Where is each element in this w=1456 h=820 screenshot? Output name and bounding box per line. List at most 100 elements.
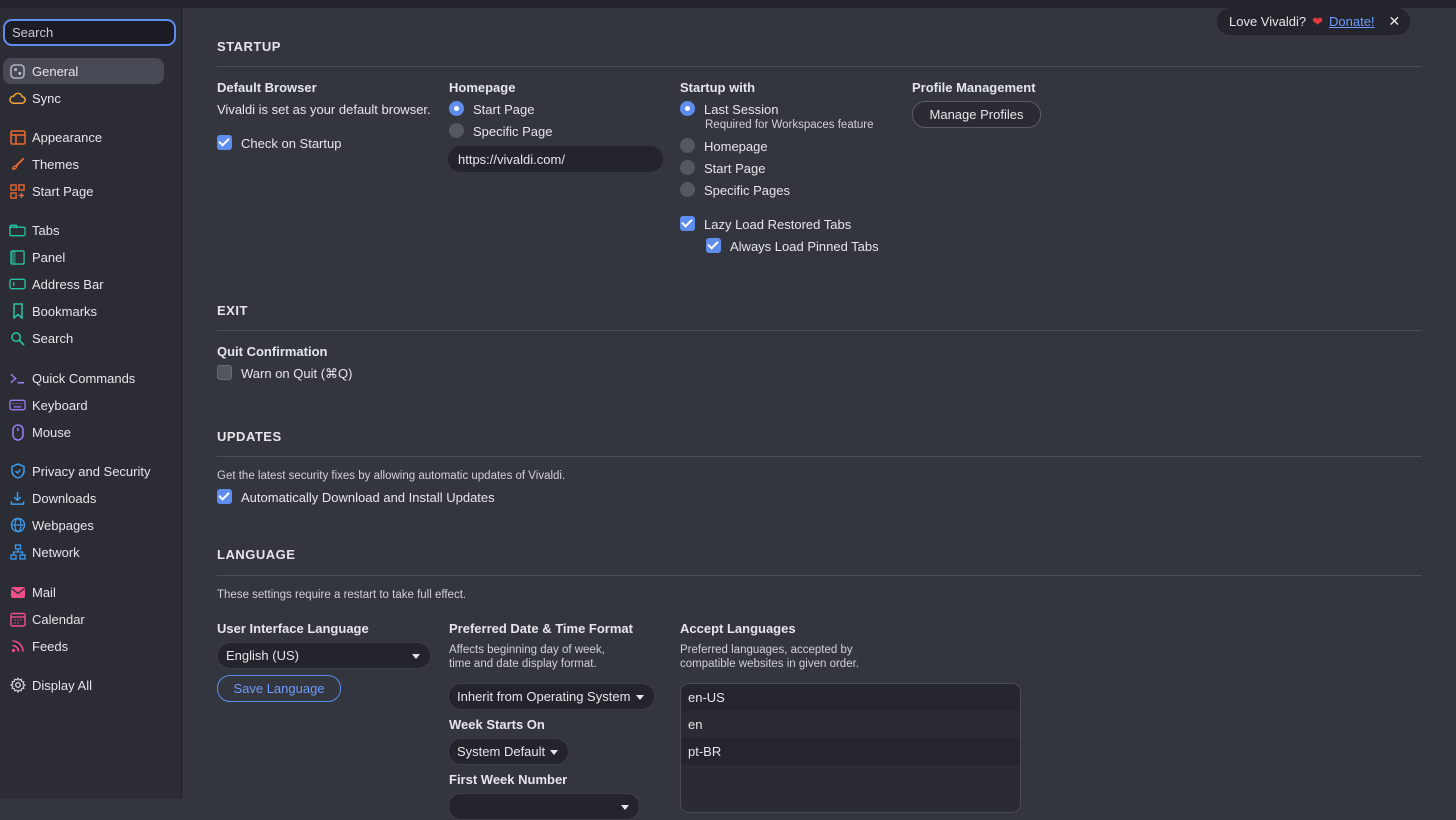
appearance-icon xyxy=(9,129,26,146)
sidebar-item-themes[interactable]: Themes xyxy=(3,151,164,177)
accept-languages-list[interactable]: en-US en pt-BR xyxy=(680,683,1021,813)
language-description: These settings require a restart to take… xyxy=(217,589,467,601)
sidebar-item-label: Mouse xyxy=(32,424,72,440)
first-week-label: First Week Number xyxy=(449,772,568,787)
startup-start-page-label[interactable]: Start Page xyxy=(704,161,765,176)
check-on-startup-checkbox[interactable] xyxy=(217,135,232,150)
brush-icon xyxy=(9,156,26,173)
startup-specific-pages-label[interactable]: Specific Pages xyxy=(704,183,790,198)
sidebar-item-label: Calendar xyxy=(32,611,85,627)
check-on-startup-label[interactable]: Check on Startup xyxy=(241,136,341,151)
first-week-select[interactable] xyxy=(448,793,640,820)
auto-update-label[interactable]: Automatically Download and Install Updat… xyxy=(241,490,495,505)
sidebar-item-appearance[interactable]: Appearance xyxy=(3,124,164,150)
date-format-label: Preferred Date & Time Format xyxy=(449,621,633,636)
donate-link[interactable]: Donate! xyxy=(1329,14,1375,29)
homepage-start-page-label[interactable]: Start Page xyxy=(473,102,534,117)
sidebar-item-tabs[interactable]: Tabs xyxy=(3,217,164,243)
sidebar-item-start-page[interactable]: Start Page xyxy=(3,178,164,204)
network-icon xyxy=(9,544,26,561)
sidebar-item-sync[interactable]: Sync xyxy=(3,85,164,111)
sidebar-item-label: Display All xyxy=(32,677,92,693)
homepage-specific-page-radio[interactable] xyxy=(449,123,464,138)
date-format-desc-2: time and date display format. xyxy=(449,658,597,670)
address-bar-icon xyxy=(9,276,26,293)
list-item-empty xyxy=(681,765,1020,792)
updates-description: Get the latest security fixes by allowin… xyxy=(217,470,566,482)
divider xyxy=(217,330,1422,331)
default-browser-status: Vivaldi is set as your default browser. xyxy=(217,102,431,117)
startup-with-label: Startup with xyxy=(680,80,756,95)
startup-specific-pages-radio[interactable] xyxy=(680,182,695,197)
sidebar-item-quick-commands[interactable]: Quick Commands xyxy=(3,365,164,391)
sidebar-item-label: Privacy and Security xyxy=(32,463,151,479)
startup-last-session-radio[interactable] xyxy=(680,101,695,116)
startup-homepage-label[interactable]: Homepage xyxy=(704,139,768,154)
warn-on-quit-checkbox[interactable] xyxy=(217,365,232,380)
lazy-load-checkbox[interactable] xyxy=(680,216,695,231)
section-title-startup: STARTUP xyxy=(217,39,281,54)
homepage-specific-page-label[interactable]: Specific Page xyxy=(473,124,553,139)
sidebar-item-webpages[interactable]: Webpages xyxy=(3,512,164,538)
general-icon xyxy=(9,63,26,80)
search-input[interactable] xyxy=(5,21,174,44)
always-load-pinned-label[interactable]: Always Load Pinned Tabs xyxy=(730,239,879,254)
calendar-icon xyxy=(9,611,26,628)
sidebar-item-network[interactable]: Network xyxy=(3,539,164,565)
sidebar-item-mail[interactable]: Mail xyxy=(3,579,164,605)
startup-last-session-label[interactable]: Last Session xyxy=(704,102,778,117)
sidebar-item-label: Webpages xyxy=(32,517,94,533)
donate-banner: Love Vivaldi? ❤ Donate! ✕ xyxy=(1217,8,1410,35)
sidebar-item-label: Tabs xyxy=(32,222,60,238)
always-load-pinned-checkbox[interactable] xyxy=(706,238,721,253)
accept-languages-label: Accept Languages xyxy=(680,621,796,636)
homepage-start-page-radio[interactable] xyxy=(449,101,464,116)
week-starts-value: System Default xyxy=(457,744,546,759)
sidebar-item-display-all[interactable]: Display All xyxy=(3,672,164,698)
sidebar-item-bookmarks[interactable]: Bookmarks xyxy=(3,298,164,324)
sidebar-item-general[interactable]: General xyxy=(3,58,164,84)
last-session-note: Required for Workspaces feature xyxy=(705,119,874,131)
list-item[interactable]: en xyxy=(681,711,1020,738)
sidebar-item-privacy[interactable]: Privacy and Security xyxy=(3,458,164,484)
week-starts-select[interactable]: System Default xyxy=(448,738,569,765)
sidebar-item-label: Keyboard xyxy=(32,397,88,413)
sidebar-item-panel[interactable]: Panel xyxy=(3,244,164,270)
caret-down-icon xyxy=(412,653,420,659)
sidebar-item-label: Address Bar xyxy=(32,276,104,292)
ui-language-label: User Interface Language xyxy=(217,621,369,636)
keyboard-icon xyxy=(9,397,26,414)
list-item[interactable]: en-US xyxy=(681,684,1020,711)
homepage-url-input[interactable]: https://vivaldi.com/ xyxy=(448,146,663,172)
warn-on-quit-label[interactable]: Warn on Quit (⌘Q) xyxy=(241,366,352,382)
divider xyxy=(217,575,1422,576)
date-format-desc-1: Affects beginning day of week, xyxy=(449,644,605,656)
section-title-updates: UPDATES xyxy=(217,429,282,444)
lazy-load-label[interactable]: Lazy Load Restored Tabs xyxy=(704,217,851,232)
sidebar-item-label: Sync xyxy=(32,90,61,106)
sidebar-item-downloads[interactable]: Downloads xyxy=(3,485,164,511)
sidebar-item-mouse[interactable]: Mouse xyxy=(3,419,164,445)
quick-commands-icon xyxy=(9,370,26,387)
date-format-select[interactable]: Inherit from Operating System xyxy=(448,683,655,710)
ui-language-select[interactable]: English (US) xyxy=(217,642,431,669)
sidebar-item-feeds[interactable]: Feeds xyxy=(3,633,164,659)
sidebar-item-search[interactable]: Search xyxy=(3,325,164,351)
list-item[interactable]: pt-BR xyxy=(681,738,1020,765)
sidebar-item-keyboard[interactable]: Keyboard xyxy=(3,392,164,418)
caret-down-icon xyxy=(621,804,629,810)
save-language-button[interactable]: Save Language xyxy=(217,675,341,702)
globe-icon xyxy=(9,517,26,534)
startup-homepage-radio[interactable] xyxy=(680,138,695,153)
sidebar-item-calendar[interactable]: Calendar xyxy=(3,606,164,632)
startup-start-page-radio[interactable] xyxy=(680,160,695,175)
search-field[interactable] xyxy=(3,19,176,46)
sidebar-item-label: Search xyxy=(32,330,74,346)
close-icon[interactable]: ✕ xyxy=(1389,13,1401,30)
gear-icon xyxy=(9,677,26,694)
auto-update-checkbox[interactable] xyxy=(217,489,232,504)
shield-icon xyxy=(9,463,26,480)
sidebar-item-label: Downloads xyxy=(32,490,97,506)
manage-profiles-button[interactable]: Manage Profiles xyxy=(912,101,1041,128)
sidebar-item-address-bar[interactable]: Address Bar xyxy=(3,271,164,297)
